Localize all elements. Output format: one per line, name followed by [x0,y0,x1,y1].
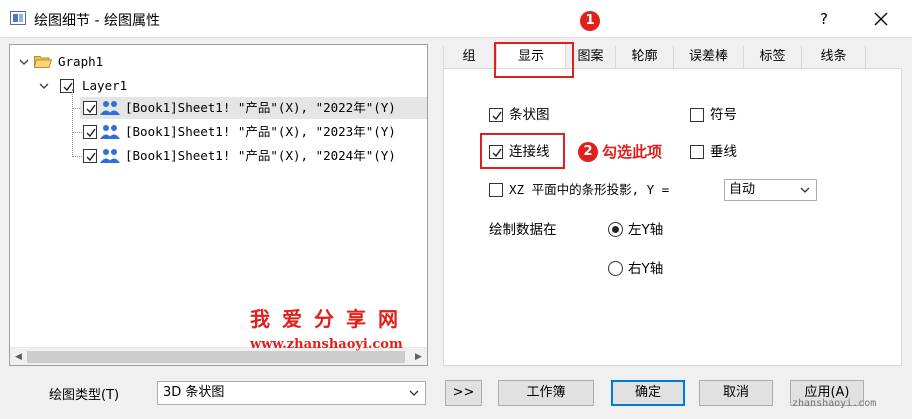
plot-checkbox[interactable] [83,101,97,115]
app-icon [10,11,26,25]
check-icon [86,128,96,138]
plot-type-value: 3D 条状图 [163,385,225,400]
ok-button[interactable]: 确定 [611,380,685,406]
bar-checkbox[interactable] [489,108,503,122]
check-icon [492,111,502,121]
plot-on-label: 绘制数据在 [489,222,557,238]
xz-value: 自动 [729,182,756,197]
right-axis-radio[interactable] [608,261,623,276]
tree-node-layer-label: Layer1 [82,78,128,93]
scroll-left-icon[interactable]: ◀ [10,348,27,365]
workbook-button[interactable]: 工作簿 [498,380,594,406]
chevron-down-icon [409,390,419,396]
check-icon [86,152,96,162]
tree-connector [72,89,73,157]
left-axis-radio[interactable] [608,222,623,237]
connect-line-checkbox[interactable] [489,145,503,159]
symbol-label: 符号 [710,107,737,123]
bar-label: 条状图 [509,107,550,123]
more-button[interactable]: >> [445,380,482,406]
watermark-url: www.zhanshaoyi.com [250,337,403,352]
tree-node-plot[interactable]: [Book1]Sheet1! "产品"(X), "2024年"(Y) [80,145,427,167]
tree-node-graph[interactable]: Graph1 [10,51,427,73]
tree-node-plot[interactable]: [Book1]Sheet1! "产品"(X), "2023年"(Y) [80,121,427,143]
tree-node-plot-label: [Book1]Sheet1! "产品"(X), "2022年"(Y) [125,100,396,115]
watermark-name: 我爱分享网 [250,307,410,331]
plot-checkbox[interactable] [83,125,97,139]
right-axis-label: 右Y轴 [628,261,664,277]
plot-type-label: 绘图类型(T) [49,388,120,403]
step-badge-2: 2 [578,142,598,162]
tab-outline[interactable]: 轮廓 [616,46,674,68]
hint-text: 勾选此项 [602,143,663,161]
symbol-checkbox[interactable] [690,108,704,122]
people-icon [100,101,120,115]
drop-lines-label: 垂线 [710,144,737,160]
scroll-right-icon[interactable]: ▶ [410,348,427,365]
connect-line-label: 连接线 [509,144,550,160]
tree-node-plot-label: [Book1]Sheet1! "产品"(X), "2023年"(Y) [125,124,396,139]
folder-icon [34,56,52,68]
xz-projection-label: XZ 平面中的条形投影, Y = [509,182,670,197]
people-icon [100,125,120,139]
xz-value-select[interactable]: 自动 [724,179,817,201]
close-icon [874,12,888,26]
help-button[interactable]: ? [812,6,836,32]
check-icon [86,104,96,114]
site-watermark: zhanshaoyi.com [792,398,877,409]
drop-lines-checkbox[interactable] [690,145,704,159]
tree-node-plot-label: [Book1]Sheet1! "产品"(X), "2024年"(Y) [125,148,396,163]
xz-projection-checkbox[interactable] [489,183,503,197]
check-icon [492,148,502,158]
left-axis-label: 左Y轴 [628,222,664,238]
step-badge-1: 1 [580,11,600,31]
tab-lines[interactable]: 线条 [802,46,866,68]
people-icon [100,149,120,163]
cancel-button[interactable]: 取消 [699,380,773,406]
chevron-down-icon [800,187,810,193]
scroll-thumb[interactable] [27,351,405,363]
tab-highlight [494,42,574,78]
tree-node-graph-label: Graph1 [58,54,104,69]
window-title: 绘图细节 - 绘图属性 [34,13,160,29]
chevron-down-icon[interactable] [38,80,50,92]
tab-error-bars[interactable]: 误差棒 [674,46,744,68]
plot-type-select[interactable]: 3D 条状图 [157,381,426,405]
close-button[interactable] [866,6,896,32]
tab-group[interactable]: 组 [443,46,495,68]
tab-labels[interactable]: 标签 [744,46,802,68]
title-bar: 绘图细节 - 绘图属性 ? [0,0,912,38]
tree-node-plot[interactable]: [Book1]Sheet1! "产品"(X), "2022年"(Y) [80,97,427,119]
plot-checkbox[interactable] [83,149,97,163]
chevron-down-icon[interactable] [18,56,30,68]
